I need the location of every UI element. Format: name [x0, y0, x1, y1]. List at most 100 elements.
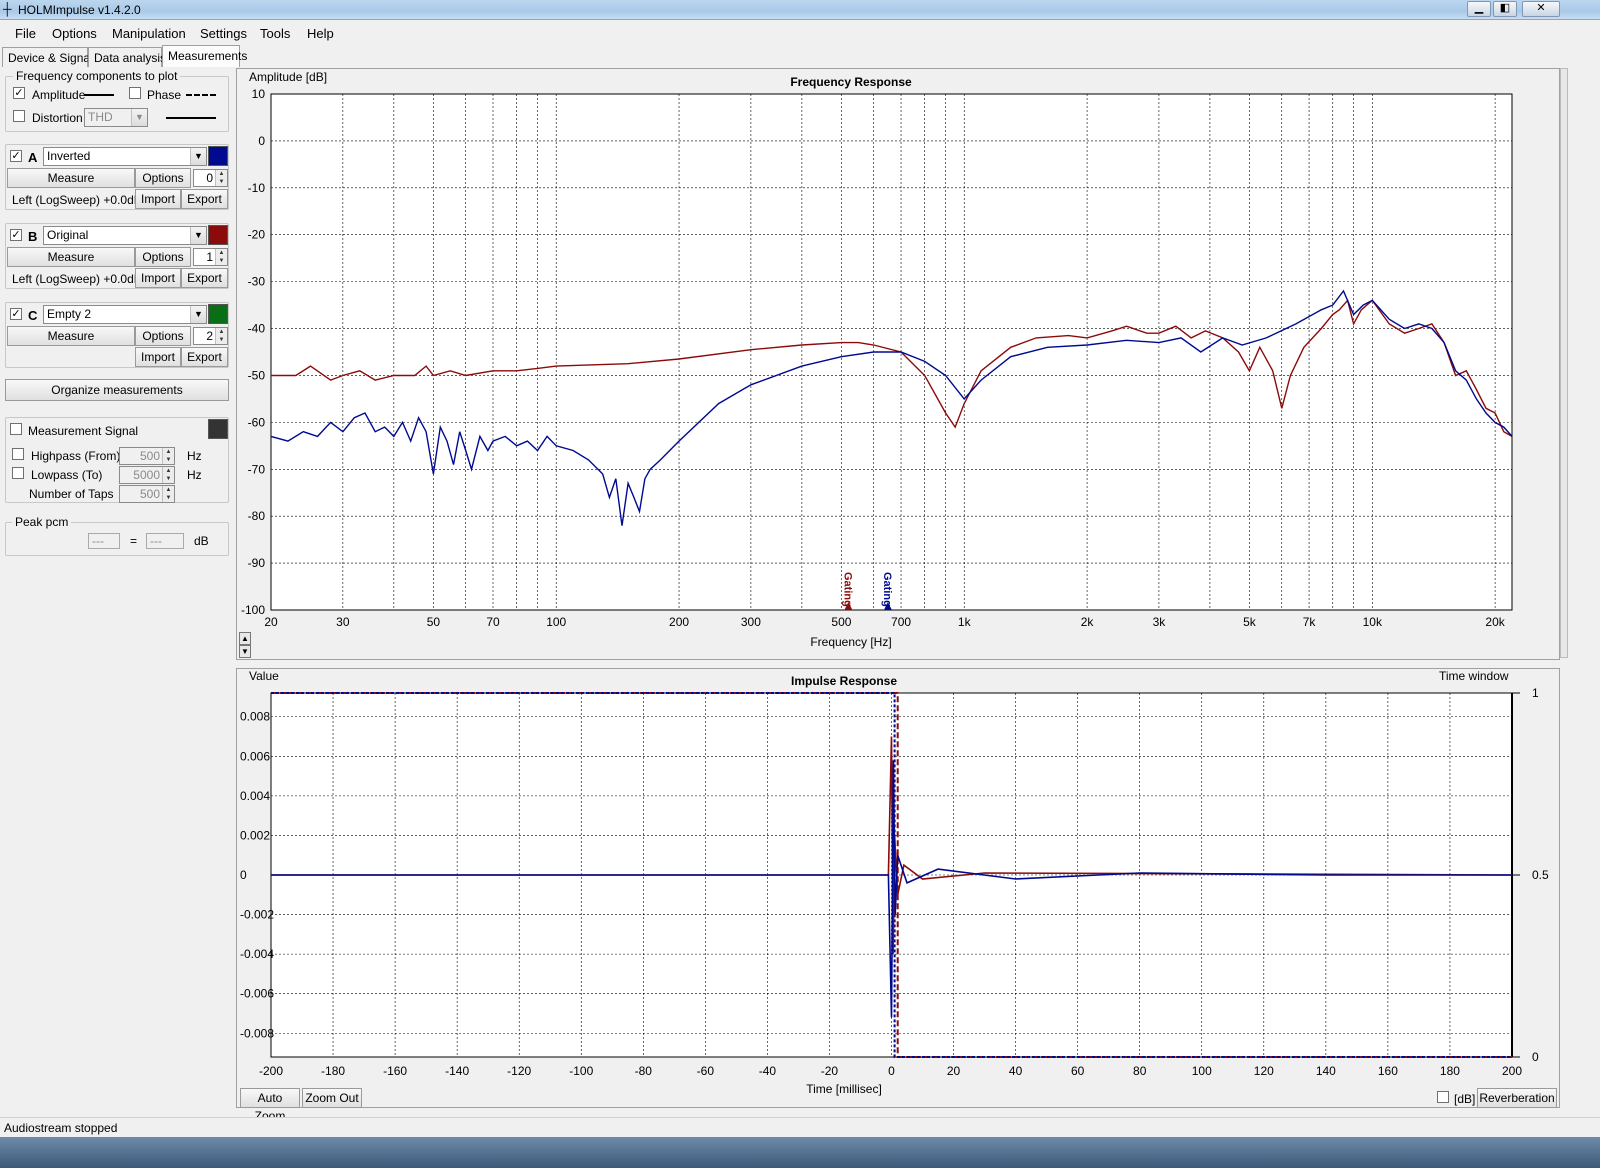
measurement-a-export-button[interactable]: Export: [181, 189, 228, 209]
frequency-response-chart[interactable]: 100-10-20-30-40-50-60-70-80-90-10020 30 50…: [237, 69, 1559, 659]
menu-help[interactable]: Help: [307, 26, 334, 41]
measurement-a-index-spinner[interactable]: 0 ▲ ▼: [193, 169, 228, 187]
title-bar: ┼ HOLMImpulse v1.4.2.0 ▁ ◧ ✕: [0, 0, 1600, 20]
close-button[interactable]: ✕: [1522, 1, 1560, 17]
check-icon: ✓: [14, 87, 24, 99]
y-tick-label: -80: [248, 509, 266, 523]
x-tick-label: 40: [1009, 1064, 1023, 1078]
measurement-c-index: 2: [206, 329, 213, 343]
zoom-out-button[interactable]: Zoom Out: [302, 1088, 362, 1108]
spinner-arrows-icon[interactable]: ▲ ▼: [162, 467, 174, 483]
distortion-checkbox[interactable]: [13, 110, 25, 122]
measurement-b-index: 1: [206, 250, 213, 264]
taps-spinner[interactable]: 500 ▲ ▼: [119, 485, 175, 503]
measurement-c-import-button[interactable]: Import: [135, 347, 181, 367]
vertical-scrollbar[interactable]: [1560, 68, 1568, 658]
measurement-a-import-button[interactable]: Import: [135, 189, 181, 209]
measurement-c-checkbox[interactable]: ✓: [10, 308, 22, 320]
measurement-c-index-spinner[interactable]: 2 ▲ ▼: [193, 327, 228, 345]
menu-manipulation[interactable]: Manipulation: [112, 26, 186, 41]
x-tick-label: 160: [1378, 1064, 1398, 1078]
menu-settings[interactable]: Settings: [200, 26, 247, 41]
measurement-b-group: ✓ B Original ▼ Measure Options 1 ▲ ▼ Left (…: [5, 223, 229, 289]
tab-measurements[interactable]: Measurements: [162, 45, 247, 67]
restore-button[interactable]: ◧: [1493, 1, 1517, 17]
spinner-arrows-icon[interactable]: ▲ ▼: [215, 328, 227, 344]
measurement-a-options-button[interactable]: Options: [135, 168, 191, 188]
reverberation-button[interactable]: Reverberation: [1477, 1088, 1557, 1108]
spinner-arrows-icon[interactable]: ▲ ▼: [162, 448, 174, 464]
measurement-c-measure-button[interactable]: Measure: [7, 326, 135, 346]
measurement-a-select[interactable]: Inverted ▼: [43, 147, 207, 166]
db-checkbox[interactable]: [1437, 1091, 1449, 1103]
phase-checkbox[interactable]: [129, 87, 141, 99]
y-tick-label: -50: [248, 368, 266, 382]
organize-measurements-button[interactable]: Organize measurements: [5, 379, 229, 401]
measurement-c-color[interactable]: [208, 304, 228, 324]
chevron-down-icon: ▼: [190, 306, 206, 323]
x-tick-label: -160: [383, 1064, 407, 1078]
measurement-signal-color[interactable]: [208, 419, 228, 439]
y-tick-label: -30: [248, 275, 266, 289]
measurement-b-index-spinner[interactable]: 1 ▲ ▼: [193, 248, 228, 266]
tab-device-signal[interactable]: Device & Signal: [2, 47, 93, 67]
chevron-down-icon: ▼: [190, 148, 206, 165]
y-axis-label: Value: [249, 669, 279, 683]
measurement-b-export-button[interactable]: Export: [181, 268, 228, 288]
x-tick-label: 500: [831, 615, 851, 629]
tab-strip: Device & Signal Data analysis Measuremen…: [0, 45, 250, 67]
measurement-signal-group: Measurement Signal Highpass (From) 500 ▲ ▼…: [5, 417, 229, 503]
y-axis-label: Amplitude [dB]: [249, 70, 327, 84]
measurement-c-options-button[interactable]: Options: [135, 326, 191, 346]
scroll-up-button[interactable]: ▲: [239, 632, 251, 645]
x-tick-label: -140: [445, 1064, 469, 1078]
menu-file[interactable]: File: [15, 26, 36, 41]
menu-bar: File Options Manipulation Settings Tools…: [0, 21, 1600, 44]
measurement-signal-checkbox[interactable]: [10, 423, 22, 435]
y2-tick-label: 0: [1532, 1050, 1539, 1064]
left-panel: Frequency components to plot ✓ Amplitude…: [0, 66, 236, 1134]
x-tick-label: -180: [321, 1064, 345, 1078]
y-tick-label: -10: [248, 181, 266, 195]
spinner-arrows-icon[interactable]: ▲ ▼: [215, 170, 227, 186]
measurement-c-group: ✓ C Empty 2 ▼ Measure Options 2 ▲ ▼ Import …: [5, 302, 229, 368]
menu-options[interactable]: Options: [52, 26, 97, 41]
x-tick-label: 100: [546, 615, 566, 629]
peak-right-field: ---: [146, 533, 184, 549]
measurement-a-color[interactable]: [208, 146, 228, 166]
measurement-b-options-button[interactable]: Options: [135, 247, 191, 267]
impulse-response-chart[interactable]: -200 -180 -160 -140 -120 -100 -80 -60 -40 -20 0 20 4…: [237, 669, 1559, 1107]
measurement-b-import-button[interactable]: Import: [135, 268, 181, 288]
spinner-arrows-icon[interactable]: ▲ ▼: [162, 486, 174, 502]
highpass-checkbox[interactable]: [12, 448, 24, 460]
y-tick-label: 0.004: [240, 789, 270, 803]
status-text: Audiostream stopped: [4, 1121, 118, 1135]
measurement-c-export-button[interactable]: Export: [181, 347, 228, 367]
measurement-a-letter: A: [28, 150, 38, 165]
auto-zoom-button[interactable]: Auto Zoom: [240, 1088, 300, 1123]
distortion-select[interactable]: THD ▼: [84, 108, 148, 127]
lowpass-checkbox[interactable]: [12, 467, 24, 479]
x-tick-label: 300: [741, 615, 761, 629]
lowpass-spinner[interactable]: 5000 ▲ ▼: [119, 466, 175, 484]
measurement-b-checkbox[interactable]: ✓: [10, 229, 22, 241]
minimize-button[interactable]: ▁: [1467, 1, 1491, 17]
measurement-a-checkbox[interactable]: ✓: [10, 150, 22, 162]
measurement-b-measure-button[interactable]: Measure: [7, 247, 135, 267]
highpass-spinner[interactable]: 500 ▲ ▼: [119, 447, 175, 465]
tab-data-analysis[interactable]: Data analysis: [88, 47, 166, 67]
measurement-b-select[interactable]: Original ▼: [43, 226, 207, 245]
window-title: HOLMImpulse v1.4.2.0: [18, 3, 141, 17]
x-tick-label: -80: [635, 1064, 653, 1078]
measurement-a-measure-button[interactable]: Measure: [7, 168, 135, 188]
measurement-c-select[interactable]: Empty 2 ▼: [43, 305, 207, 324]
spinner-arrows-icon[interactable]: ▲ ▼: [215, 249, 227, 265]
y-tick-label: -60: [248, 415, 266, 429]
x-tick-label: 20: [947, 1064, 961, 1078]
amplitude-checkbox[interactable]: ✓: [13, 87, 25, 99]
measurement-b-color[interactable]: [208, 225, 228, 245]
x-tick-label: 200: [1502, 1064, 1522, 1078]
x-tick-label: -60: [697, 1064, 715, 1078]
menu-tools[interactable]: Tools: [260, 26, 290, 41]
scroll-down-button[interactable]: ▼: [239, 645, 251, 658]
